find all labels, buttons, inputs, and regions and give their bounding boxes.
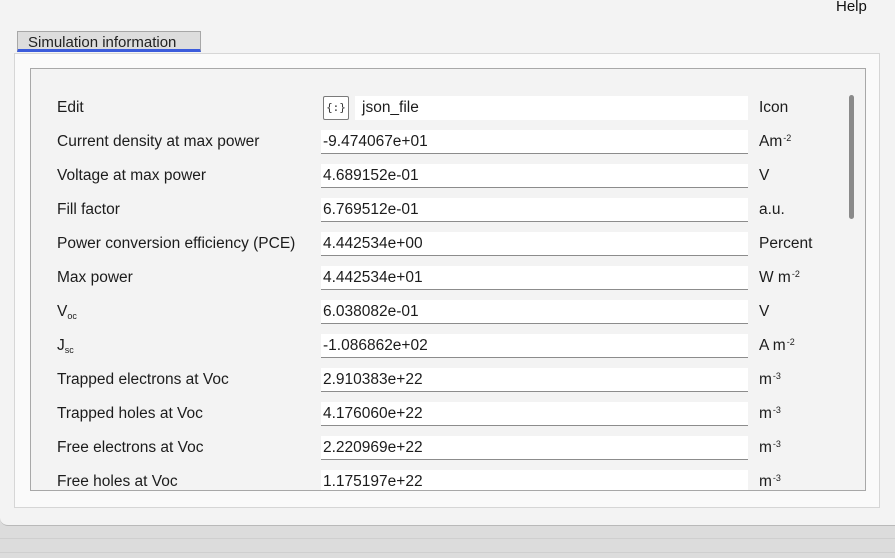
property-value-field[interactable]: 2.220969e+22 (321, 436, 748, 460)
property-value-field[interactable]: 6.038082e-01 (321, 300, 748, 324)
property-label: Trapped holes at Voc (57, 405, 203, 422)
property-row: Voc 6.038082e-01 V (31, 300, 865, 326)
property-row: Fill factor 6.769512e-01 a.u. (31, 198, 865, 224)
property-unit: A m-2 (759, 337, 795, 354)
property-label: Voc (57, 303, 77, 321)
property-label: Jsc (57, 337, 74, 355)
scrollbar-thumb[interactable] (849, 95, 854, 219)
property-row: Free electrons at Voc 2.220969e+22 m-3 (31, 436, 865, 462)
property-label: Fill factor (57, 201, 120, 218)
property-row: Free holes at Voc 1.175197e+22 m-3 (31, 470, 865, 490)
property-label: Free holes at Voc (57, 473, 178, 490)
property-unit: W m-2 (759, 269, 800, 286)
property-unit: m-3 (759, 405, 781, 422)
property-row: Power conversion efficiency (PCE) 4.44253… (31, 232, 865, 258)
property-unit: V (759, 167, 770, 184)
property-row: Jsc -1.086862e+02 A m-2 (31, 334, 865, 360)
property-row: Trapped holes at Voc 4.176060e+22 m-3 (31, 402, 865, 428)
property-row: Trapped electrons at Voc 2.910383e+22 m-3 (31, 368, 865, 394)
vertical-scrollbar[interactable] (844, 69, 865, 490)
property-label: Current density at max power (57, 133, 260, 150)
property-value-field[interactable]: 6.769512e-01 (321, 198, 748, 222)
help-menu[interactable]: Help (836, 0, 867, 15)
properties-list: Edit {:} json_file Icon Current density … (30, 68, 866, 491)
simulation-info-window: Help Simulation information Edit {:} jso… (0, 0, 895, 526)
property-label: Trapped electrons at Voc (57, 371, 229, 388)
tab-simulation-information[interactable]: Simulation information (17, 31, 201, 52)
background-strip (0, 526, 895, 558)
property-unit: a.u. (759, 201, 785, 218)
property-row: Voltage at max power 4.689152e-01 V (31, 164, 865, 190)
property-value-field[interactable]: 4.442534e+00 (321, 232, 748, 256)
edit-unit: Icon (759, 99, 789, 116)
property-value-field[interactable]: -1.086862e+02 (321, 334, 748, 358)
property-unit: m-3 (759, 473, 781, 490)
property-unit: Percent (759, 235, 813, 252)
json-file-field[interactable]: json_file (355, 96, 748, 120)
property-label: Voltage at max power (57, 167, 207, 184)
json-file-icon[interactable]: {:} (323, 96, 349, 120)
property-value-field[interactable]: 4.442534e+01 (321, 266, 748, 290)
property-unit: Am-2 (759, 133, 792, 150)
property-unit: V (759, 303, 770, 320)
property-value-field[interactable]: 4.689152e-01 (321, 164, 748, 188)
property-row: Current density at max power -9.474067e+0… (31, 130, 865, 156)
property-value-field[interactable]: 4.176060e+22 (321, 402, 748, 426)
property-unit: m-3 (759, 371, 781, 388)
property-unit: m-3 (759, 439, 781, 456)
property-row: Max power 4.442534e+01 W m-2 (31, 266, 865, 292)
property-label: Max power (57, 269, 133, 286)
edit-row: Edit {:} json_file Icon (31, 96, 865, 122)
property-value-field[interactable]: 2.910383e+22 (321, 368, 748, 392)
property-value-field[interactable]: 1.175197e+22 (321, 470, 748, 490)
property-label: Power conversion efficiency (PCE) (57, 235, 296, 252)
property-label: Free electrons at Voc (57, 439, 204, 456)
edit-label: Edit (57, 99, 84, 116)
property-value-field[interactable]: -9.474067e+01 (321, 130, 748, 154)
